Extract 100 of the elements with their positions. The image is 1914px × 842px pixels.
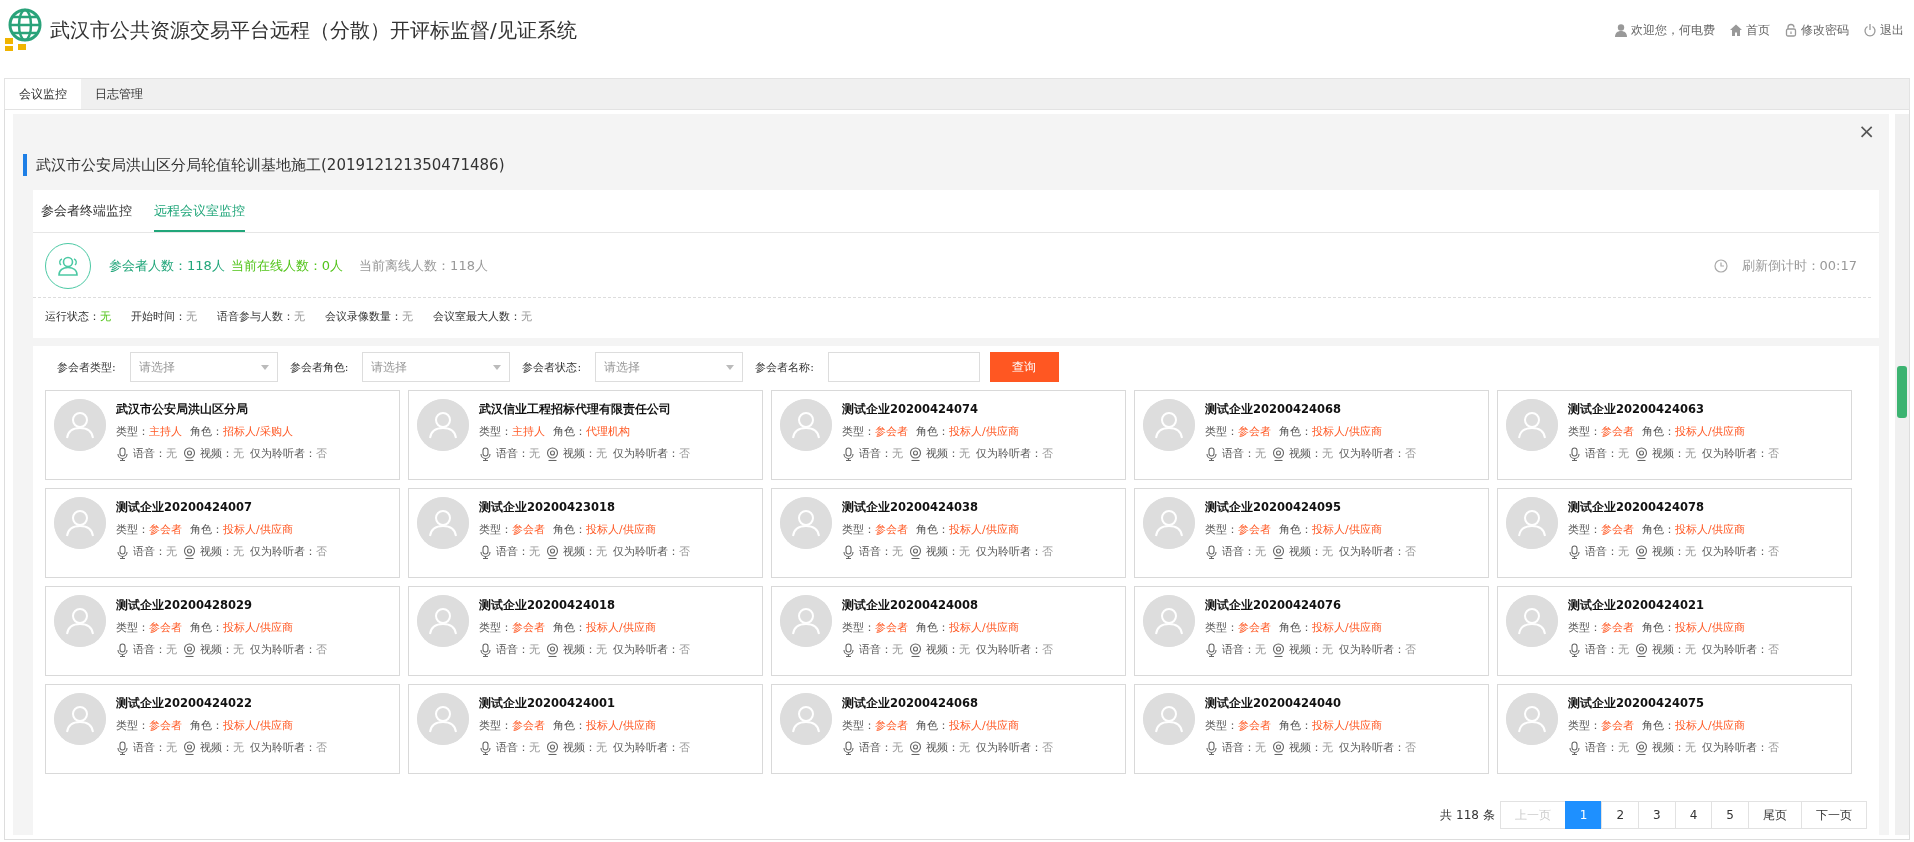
field-value: 无 [166,544,177,559]
field-label: 仅为聆听者： [613,544,679,559]
participant-name: 测试企业20200424074 [842,402,980,417]
page-button[interactable]: 3 [1638,801,1676,829]
page-button[interactable]: 1 [1564,801,1603,829]
microphone-icon [1205,446,1218,461]
filter-label: 参会者类型: [57,359,116,375]
header-link[interactable]: 修改密码 [1784,21,1849,39]
field-value: 无 [529,642,540,657]
participant-name: 测试企业20200423018 [479,500,617,515]
field-label: 类型： [842,718,875,733]
field-label: 视频： [563,740,596,755]
field-label: 语音： [1585,446,1618,461]
page-button[interactable]: 下一页 [1801,801,1867,829]
field-label: 角色： [916,718,949,733]
field-label: 角色： [1642,718,1675,733]
field-value: 否 [1405,446,1416,461]
status-label: 开始时间： [131,310,186,323]
participant-name: 武汉市公安局洪山区分局 [116,402,249,417]
participant-name: 测试企业20200424018 [479,598,617,613]
field-label: 类型： [116,620,149,635]
name-input-field[interactable] [827,352,980,382]
field-value: 否 [316,642,327,657]
sub-tab[interactable]: 参会者终端监控 [41,190,132,232]
field-value: 无 [892,544,903,559]
webcam-icon [1272,544,1285,559]
participant-type: 参会者 [875,522,908,537]
field-label: 仅为聆听者： [976,446,1042,461]
participant-name: 测试企业20200424038 [842,500,980,515]
field-label: 视频： [1289,446,1322,461]
field-value: 无 [233,544,244,559]
field-label: 类型： [479,424,512,439]
filter-label: 参会者状态: [522,359,582,375]
field-value: 无 [1255,446,1266,461]
sub-tab[interactable]: 远程会议室监控 [154,190,245,232]
participant-role: 投标人/供应商 [223,522,293,537]
field-label: 视频： [926,740,959,755]
field-label: 角色： [1279,718,1312,733]
field-label: 语音： [859,446,892,461]
scrollbar-thumb[interactable] [1897,366,1907,418]
field-value: 无 [959,446,970,461]
field-label: 视频： [200,740,233,755]
participant-role: 投标人/供应商 [1675,522,1745,537]
participant-name: 测试企业20200424063 [1568,402,1706,417]
field-value: 无 [1685,740,1696,755]
field-value: 无 [233,740,244,755]
webcam-icon [546,446,559,461]
field-label: 视频： [1652,446,1685,461]
tab[interactable]: 会议监控 [5,79,81,109]
header-link[interactable]: 退出 [1863,21,1904,39]
close-button[interactable]: × [1854,119,1879,143]
participant-role: 投标人/供应商 [223,620,293,635]
microphone-icon [842,544,855,559]
field-label: 语音： [1585,642,1618,657]
tab[interactable]: 日志管理 [81,79,157,109]
field-label: 角色： [1279,522,1312,537]
field-value: 无 [1618,642,1629,657]
field-label: 语音： [496,544,529,559]
webcam-icon [909,642,922,657]
page-button[interactable]: 5 [1711,801,1749,829]
field-value: 无 [1685,544,1696,559]
field-label: 语音： [133,544,166,559]
field-label: 视频： [563,544,596,559]
page-button[interactable]: 2 [1601,801,1640,829]
home-icon [1729,23,1743,37]
field-value: 否 [679,642,690,657]
field-value: 无 [892,446,903,461]
participant-name: 测试企业20200424075 [1568,696,1706,711]
microphone-icon [1205,740,1218,755]
field-value: 无 [1618,446,1629,461]
header-link[interactable]: 首页 [1729,21,1770,39]
field-value: 无 [1322,642,1333,657]
field-value: 否 [316,544,327,559]
participant-role: 投标人/供应商 [586,620,656,635]
page-button[interactable]: 4 [1674,801,1713,829]
webcam-icon [1635,446,1648,461]
total-count: 共 118 条 [1440,806,1495,824]
field-label: 语音： [1222,446,1255,461]
field-label: 角色： [190,718,223,733]
status-value: 无 [294,310,305,323]
participant-role: 投标人/供应商 [949,424,1019,439]
webcam-icon [909,446,922,461]
microphone-icon [116,740,129,755]
field-label: 语音： [1585,740,1618,755]
page-button[interactable]: 尾页 [1748,801,1802,829]
field-value: 否 [1405,642,1416,657]
field-label: 视频： [1652,544,1685,559]
participant-name: 测试企业20200424078 [1568,500,1706,515]
participant-name: 测试企业20200424076 [1205,598,1343,613]
field-value: 无 [596,740,607,755]
field-label: 仅为聆听者： [1339,446,1405,461]
field-label: 角色： [1642,522,1675,537]
field-value: 无 [1255,544,1266,559]
webcam-icon [909,544,922,559]
field-value: 否 [1042,642,1053,657]
header-link[interactable]: 欢迎您，何电费 [1614,21,1715,39]
scrollbar[interactable] [1895,114,1909,835]
field-label: 类型： [842,522,875,537]
participant-role: 投标人/供应商 [949,718,1019,733]
webcam-icon [546,544,559,559]
